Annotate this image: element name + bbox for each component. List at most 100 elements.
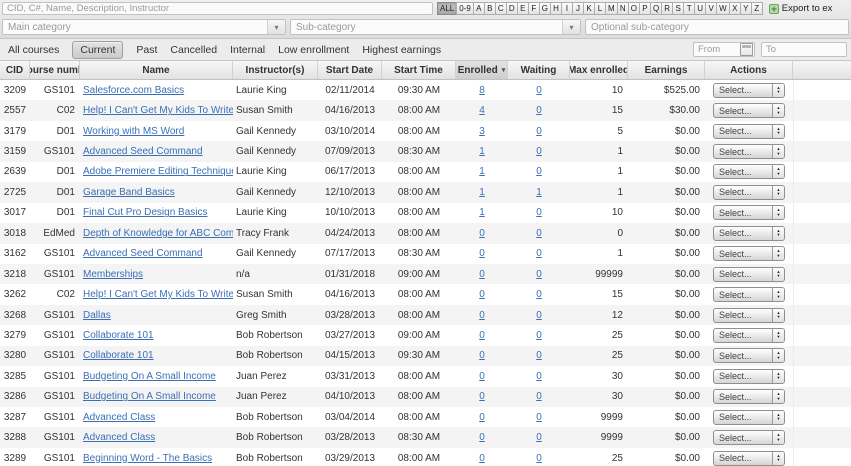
column-header-course-number[interactable]: Course numbe <box>30 61 80 79</box>
enrolled-count-link[interactable]: 0 <box>479 310 485 321</box>
column-header-waiting[interactable]: Waiting <box>508 61 570 79</box>
action-select[interactable]: Select...▲▼ <box>713 287 785 302</box>
waiting-count-link[interactable]: 1 <box>536 187 542 198</box>
waiting-count-link[interactable]: 0 <box>536 371 542 382</box>
action-select[interactable]: Select...▲▼ <box>713 83 785 98</box>
course-link[interactable]: Budgeting On A Small Income <box>83 391 216 402</box>
date-from-input[interactable] <box>694 43 740 56</box>
alpha-filter-z[interactable]: Z <box>751 2 763 15</box>
action-select[interactable]: Select...▲▼ <box>713 144 785 159</box>
optional-sub-category-input[interactable] <box>585 19 849 35</box>
action-select[interactable]: Select...▲▼ <box>713 389 785 404</box>
tab-internal[interactable]: Internal <box>230 44 265 56</box>
course-link[interactable]: Adobe Premiere Editing Techniques <box>83 166 233 177</box>
action-select[interactable]: Select...▲▼ <box>713 430 785 445</box>
course-link[interactable]: Advanced Seed Command <box>83 248 203 259</box>
tab-cancelled[interactable]: Cancelled <box>170 44 217 56</box>
search-input[interactable] <box>2 2 433 15</box>
waiting-count-link[interactable]: 0 <box>536 85 542 96</box>
sub-category-select[interactable]: Sub-category ▾ <box>290 19 581 35</box>
action-select[interactable]: Select...▲▼ <box>713 410 785 425</box>
action-select[interactable]: Select...▲▼ <box>713 348 785 363</box>
enrolled-count-link[interactable]: 0 <box>479 453 485 464</box>
enrolled-count-link[interactable]: 0 <box>479 228 485 239</box>
column-header-name[interactable]: Name <box>80 61 233 79</box>
course-link[interactable]: Help! I Can't Get My Kids To Write! <box>83 105 233 116</box>
action-select[interactable]: Select...▲▼ <box>713 185 785 200</box>
enrolled-count-link[interactable]: 0 <box>479 371 485 382</box>
action-select[interactable]: Select...▲▼ <box>713 451 785 466</box>
course-link[interactable]: Memberships <box>83 269 143 280</box>
tab-current[interactable]: Current <box>72 41 123 59</box>
column-header-earnings[interactable]: Earnings <box>628 61 705 79</box>
waiting-count-link[interactable]: 0 <box>536 412 542 423</box>
column-header-max-enrolled[interactable]: Max enrolled <box>570 61 628 79</box>
enrolled-count-link[interactable]: 0 <box>479 248 485 259</box>
course-link[interactable]: Collaborate 101 <box>83 350 154 361</box>
course-link[interactable]: Budgeting On A Small Income <box>83 371 216 382</box>
alpha-filter-all[interactable]: ALL <box>437 2 457 15</box>
alpha-filter-w[interactable]: W <box>716 2 730 15</box>
action-select[interactable]: Select...▲▼ <box>713 205 785 220</box>
enrolled-count-link[interactable]: 1 <box>479 166 485 177</box>
course-link[interactable]: Help! I Can't Get My Kids To Write! <box>83 289 233 300</box>
column-header-cid[interactable]: CID <box>0 61 30 79</box>
tab-low-enrollment[interactable]: Low enrollment <box>278 44 349 56</box>
waiting-count-link[interactable]: 0 <box>536 453 542 464</box>
column-header-start-time[interactable]: Start Time <box>382 61 456 79</box>
course-link[interactable]: Advanced Seed Command <box>83 146 203 157</box>
waiting-count-link[interactable]: 0 <box>536 105 542 116</box>
course-link[interactable]: Salesforce.com Basics <box>83 85 184 96</box>
action-select[interactable]: Select...▲▼ <box>713 308 785 323</box>
column-header-actions[interactable]: Actions <box>705 61 793 79</box>
action-select[interactable]: Select...▲▼ <box>713 246 785 261</box>
action-select[interactable]: Select...▲▼ <box>713 164 785 179</box>
enrolled-count-link[interactable]: 0 <box>479 391 485 402</box>
course-link[interactable]: Working with MS Word <box>83 126 184 137</box>
enrolled-count-link[interactable]: 3 <box>479 126 485 137</box>
enrolled-count-link[interactable]: 4 <box>479 105 485 116</box>
enrolled-count-link[interactable]: 0 <box>479 269 485 280</box>
course-link[interactable]: Final Cut Pro Design Basics <box>83 207 208 218</box>
enrolled-count-link[interactable]: 0 <box>479 350 485 361</box>
waiting-count-link[interactable]: 0 <box>536 228 542 239</box>
waiting-count-link[interactable]: 0 <box>536 248 542 259</box>
waiting-count-link[interactable]: 0 <box>536 166 542 177</box>
waiting-count-link[interactable]: 0 <box>536 310 542 321</box>
enrolled-count-link[interactable]: 8 <box>479 85 485 96</box>
column-header-start-date[interactable]: Start Date <box>318 61 382 79</box>
course-link[interactable]: Beginning Word - The Basics <box>83 453 212 464</box>
waiting-count-link[interactable]: 0 <box>536 432 542 443</box>
calendar-icon[interactable] <box>740 43 753 56</box>
tab-highest-earnings[interactable]: Highest earnings <box>362 44 441 56</box>
column-header-enrolled[interactable]: Enrolled▾ <box>456 61 508 79</box>
waiting-count-link[interactable]: 0 <box>536 207 542 218</box>
course-link[interactable]: Dallas <box>83 310 111 321</box>
waiting-count-link[interactable]: 0 <box>536 330 542 341</box>
waiting-count-link[interactable]: 0 <box>536 391 542 402</box>
enrolled-count-link[interactable]: 1 <box>479 207 485 218</box>
action-select[interactable]: Select...▲▼ <box>713 267 785 282</box>
action-select[interactable]: Select...▲▼ <box>713 328 785 343</box>
enrolled-count-link[interactable]: 0 <box>479 412 485 423</box>
course-link[interactable]: Depth of Knowledge for ABC Company <box>83 228 233 239</box>
action-select[interactable]: Select...▲▼ <box>713 124 785 139</box>
alpha-filter-0-9[interactable]: 0-9 <box>456 2 474 15</box>
course-link[interactable]: Advanced Class <box>83 412 155 423</box>
enrolled-count-link[interactable]: 0 <box>479 330 485 341</box>
course-link[interactable]: Advanced Class <box>83 432 155 443</box>
course-link[interactable]: Collaborate 101 <box>83 330 154 341</box>
date-to-input[interactable] <box>762 43 846 56</box>
main-category-select[interactable]: Main category ▾ <box>2 19 286 35</box>
enrolled-count-link[interactable]: 0 <box>479 289 485 300</box>
column-header-instructors[interactable]: Instructor(s) <box>233 61 318 79</box>
waiting-count-link[interactable]: 0 <box>536 146 542 157</box>
waiting-count-link[interactable]: 0 <box>536 350 542 361</box>
course-link[interactable]: Garage Band Basics <box>83 187 175 198</box>
waiting-count-link[interactable]: 0 <box>536 269 542 280</box>
enrolled-count-link[interactable]: 0 <box>479 432 485 443</box>
enrolled-count-link[interactable]: 1 <box>479 146 485 157</box>
export-to-excel-button[interactable]: Export to ex <box>769 3 833 14</box>
enrolled-count-link[interactable]: 1 <box>479 187 485 198</box>
action-select[interactable]: Select...▲▼ <box>713 369 785 384</box>
